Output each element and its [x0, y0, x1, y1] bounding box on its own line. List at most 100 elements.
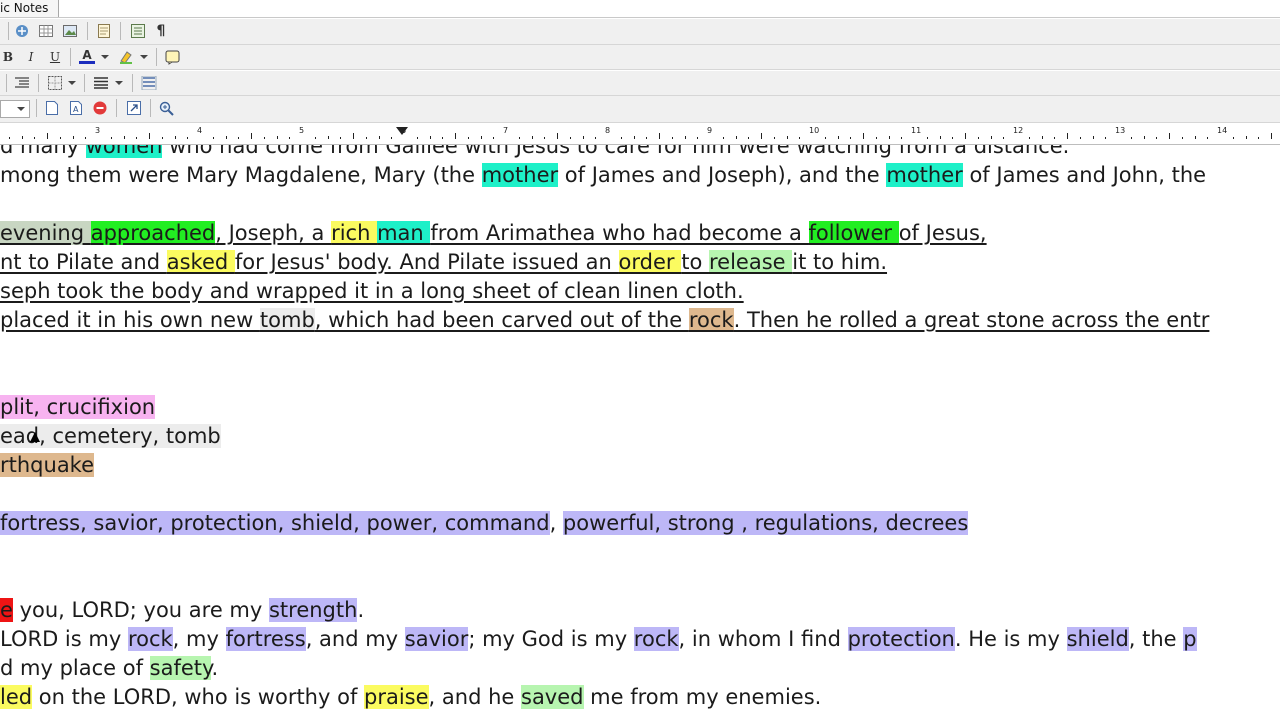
- link-icon[interactable]: [14, 23, 30, 39]
- table-icon[interactable]: [38, 23, 54, 39]
- ruler-tick: [990, 136, 992, 139]
- bold-button[interactable]: B: [0, 49, 16, 65]
- text-run: , Joseph, a: [215, 221, 332, 245]
- zoom-icon[interactable]: [158, 100, 174, 116]
- align-justify-icon[interactable]: [93, 75, 109, 91]
- toolbar-row-1: ¶: [0, 19, 1280, 45]
- highlighted-text: savior: [404, 627, 469, 651]
- text-run: d many: [0, 145, 86, 158]
- ruler-tick: [633, 136, 635, 139]
- export-icon[interactable]: [126, 100, 142, 116]
- ruler-tick: [1130, 137, 1132, 139]
- ruler-tick: [926, 137, 928, 139]
- ruler-tick: [544, 137, 546, 139]
- text-run: seph took the body and wrapped it in a l…: [0, 279, 744, 303]
- text-run: it to him.: [792, 250, 888, 274]
- ruler-tick: [1143, 136, 1145, 139]
- horizontal-ruler[interactable]: 3 4 5 6 7 8 9 10 11 12 13 14: [0, 123, 1280, 145]
- ruler-tick: [659, 133, 660, 139]
- ruler-tick: [863, 133, 864, 139]
- borders-dropdown-icon[interactable]: [68, 81, 76, 85]
- ruler-tick: [1067, 133, 1068, 139]
- comment-icon[interactable]: [164, 49, 180, 65]
- text-run: LORD is my: [0, 627, 128, 651]
- text-run: ; my God is my: [468, 627, 634, 651]
- text-run: , my: [172, 627, 226, 651]
- text-run: for Jesus' body. And Pilate issued an: [234, 250, 619, 274]
- pilcrow-icon[interactable]: ¶: [153, 23, 169, 39]
- text-line: e you, LORD; you are my strength.: [0, 596, 364, 625]
- ruler-tick: [174, 136, 176, 139]
- note-icon[interactable]: [96, 23, 112, 39]
- text-run: . He is my: [954, 627, 1067, 651]
- text-run: of Jesus,: [898, 221, 987, 245]
- ruler-tick: [1194, 136, 1196, 139]
- underline-button[interactable]: U: [47, 49, 63, 65]
- line-spacing-icon[interactable]: [141, 75, 157, 91]
- paragraph-format-icon[interactable]: [14, 75, 30, 91]
- text-line: nt to Pilate and asked for Jesus' body. …: [0, 248, 887, 277]
- toolbar-separator: [132, 74, 133, 92]
- ruler-tick: [187, 137, 189, 139]
- text-line: seph took the body and wrapped it in a l…: [0, 277, 744, 306]
- text-line: LORD is my rock, my fortress, and my sav…: [0, 625, 1197, 654]
- new-document-icon[interactable]: [44, 100, 60, 116]
- ruler-tick: [493, 137, 495, 139]
- ruler-tick: [761, 133, 762, 139]
- ruler-tick: [977, 137, 979, 139]
- ruler-number: 4: [197, 126, 203, 135]
- font-color-dropdown-icon[interactable]: [101, 55, 109, 59]
- toolbar-separator: [36, 99, 37, 117]
- toolbar-separator: [156, 48, 157, 66]
- text-run: .: [211, 656, 219, 680]
- toolbar-separator: [120, 22, 121, 40]
- ruler-tick: [378, 136, 380, 139]
- ruler-tick: [735, 136, 737, 139]
- borders-icon[interactable]: [47, 75, 63, 91]
- ruler-tick: [569, 137, 571, 139]
- ruler-tick: [225, 136, 227, 139]
- ruler-number: 13: [1115, 126, 1126, 135]
- insert-image-icon[interactable]: [62, 23, 78, 39]
- ruler-tick: [837, 136, 839, 139]
- ruler-tick: [59, 137, 61, 139]
- ruler-tick: [136, 137, 138, 139]
- ruler-tick: [123, 136, 125, 139]
- text-run: mong them were Mary Magdalene, Mary (the: [0, 163, 482, 187]
- ruler-tick: [557, 133, 558, 139]
- ruler-tick: [161, 137, 163, 139]
- text-run: of James and John, the: [962, 163, 1207, 187]
- highlighted-text: follower: [808, 221, 899, 245]
- ruler-tick: [238, 137, 240, 139]
- text-run: .: [357, 598, 365, 622]
- text-run: , the: [1128, 627, 1184, 651]
- highlighted-text: protection: [847, 627, 955, 651]
- alignment-dropdown-icon[interactable]: [115, 81, 123, 85]
- style-combobox[interactable]: [0, 100, 30, 118]
- ruler-tick: [442, 137, 444, 139]
- ruler-tick: [1156, 137, 1158, 139]
- ruler-tick: [263, 137, 265, 139]
- stop-icon[interactable]: [92, 100, 108, 116]
- italic-button[interactable]: I: [23, 49, 39, 65]
- ruler-tick: [1041, 136, 1043, 139]
- document-editor[interactable]: d many women who had come from Galilee w…: [0, 145, 1280, 720]
- ruler-tick: [722, 137, 724, 139]
- font-color-button[interactable]: A: [79, 48, 95, 64]
- ruler-tick: [952, 137, 954, 139]
- highlighted-text: rock: [688, 308, 734, 332]
- page-view-icon[interactable]: [130, 23, 146, 39]
- highlighted-text: rthquake: [0, 453, 95, 477]
- highlighted-text: strength: [268, 598, 358, 622]
- highlight-dropdown-icon[interactable]: [140, 55, 148, 59]
- text-line: d many women who had come from Galilee w…: [0, 145, 1069, 161]
- ruler-tick: [582, 136, 584, 139]
- document-tab[interactable]: ic Notes: [0, 0, 60, 17]
- ruler-tick: [34, 137, 36, 139]
- ruler-tick: [467, 137, 469, 139]
- text-run: you, LORD; you are my: [12, 598, 269, 622]
- chevron-down-icon[interactable]: [17, 107, 25, 111]
- text-line: rthquake: [0, 451, 95, 480]
- highlight-color-icon[interactable]: [118, 49, 134, 65]
- font-document-icon[interactable]: A: [68, 100, 84, 116]
